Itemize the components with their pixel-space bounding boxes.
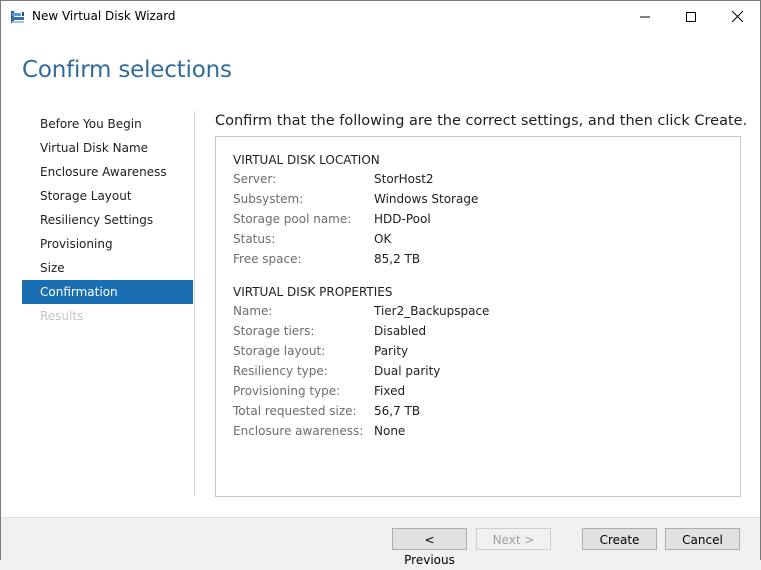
row-value: Windows Storage bbox=[374, 192, 479, 206]
summary-row: Status: OK bbox=[233, 229, 391, 249]
row-key: Storage tiers: bbox=[233, 324, 315, 338]
summary-row: Server: StorHost2 bbox=[233, 169, 434, 189]
nav-item-size[interactable]: Size bbox=[22, 256, 193, 280]
summary-row: Name: Tier2_Backupspace bbox=[233, 301, 489, 321]
nav-item-virtual-disk-name[interactable]: Virtual Disk Name bbox=[22, 136, 193, 160]
summary-row: Subsystem: Windows Storage bbox=[233, 189, 478, 209]
row-key: Resiliency type: bbox=[233, 364, 328, 378]
summary-row: Provisioning type: Fixed bbox=[233, 381, 405, 401]
close-icon bbox=[731, 11, 743, 22]
maximize-icon bbox=[686, 11, 696, 22]
section-title: VIRTUAL DISK LOCATION bbox=[233, 153, 380, 167]
nav-item-provisioning[interactable]: Provisioning bbox=[22, 232, 193, 256]
row-key: Name: bbox=[233, 304, 273, 318]
row-key: Storage layout: bbox=[233, 344, 326, 358]
previous-button[interactable]: < Previous bbox=[392, 528, 467, 567]
create-button[interactable]: Create bbox=[582, 528, 657, 550]
row-value: HDD-Pool bbox=[374, 212, 431, 226]
wizard-footer: < Previous Next > Create Cancel bbox=[1, 517, 760, 567]
window-title: New Virtual Disk Wizard bbox=[32, 9, 176, 23]
wizard-window: New Virtual Disk Wizard Confirm selectio… bbox=[0, 0, 761, 567]
row-key: Subsystem: bbox=[233, 192, 304, 206]
cancel-button[interactable]: Cancel bbox=[665, 528, 740, 550]
row-value: StorHost2 bbox=[374, 172, 434, 186]
summary-row: Free space: 85,2 TB bbox=[233, 249, 420, 269]
page-title: Confirm selections bbox=[22, 57, 232, 83]
row-key: Server: bbox=[233, 172, 277, 186]
close-button[interactable] bbox=[714, 1, 760, 32]
row-value: Parity bbox=[374, 344, 409, 358]
row-key: Provisioning type: bbox=[233, 384, 341, 398]
row-value: None bbox=[374, 424, 406, 438]
summary-row: Total requested size: 56,7 TB bbox=[233, 401, 420, 421]
summary-row: Enclosure awareness: None bbox=[233, 421, 405, 441]
row-key: Enclosure awareness: bbox=[233, 424, 364, 438]
nav-item-before-you-begin[interactable]: Before You Begin bbox=[22, 112, 193, 136]
nav-item-enclosure-awareness[interactable]: Enclosure Awareness bbox=[22, 160, 193, 184]
nav-item-storage-layout[interactable]: Storage Layout bbox=[22, 184, 193, 208]
row-value: 56,7 TB bbox=[374, 404, 421, 418]
row-key: Status: bbox=[233, 232, 276, 246]
nav-divider bbox=[194, 111, 195, 496]
row-key: Free space: bbox=[233, 252, 302, 266]
confirmation-summary: VIRTUAL DISK LOCATION Server: StorHost2 … bbox=[215, 136, 741, 497]
summary-row: Storage layout: Parity bbox=[233, 341, 408, 361]
minimize-button[interactable] bbox=[622, 1, 668, 32]
nav-item-confirmation[interactable]: Confirmation bbox=[22, 280, 193, 304]
next-button: Next > bbox=[476, 528, 551, 550]
nav-item-resiliency-settings[interactable]: Resiliency Settings bbox=[22, 208, 193, 232]
section-virtual-disk-location: VIRTUAL DISK LOCATION Server: StorHost2 … bbox=[233, 151, 478, 269]
row-key: Storage pool name: bbox=[233, 212, 352, 226]
wizard-header: Confirm selections bbox=[1, 32, 760, 102]
wizard-step-nav: Before You Begin Virtual Disk Name Enclo… bbox=[22, 112, 193, 328]
section-title: VIRTUAL DISK PROPERTIES bbox=[233, 285, 393, 299]
summary-row: Storage tiers: Disabled bbox=[233, 321, 426, 341]
row-value: OK bbox=[374, 232, 392, 246]
nav-item-results: Results bbox=[40, 309, 84, 323]
section-virtual-disk-properties: VIRTUAL DISK PROPERTIES Name: Tier2_Back… bbox=[233, 283, 489, 441]
instruction-text: Confirm that the following are the corre… bbox=[215, 113, 748, 129]
summary-row: Storage pool name: HDD-Pool bbox=[233, 209, 431, 229]
row-value: 85,2 TB bbox=[374, 252, 421, 266]
maximize-button[interactable] bbox=[668, 1, 714, 32]
row-value: Dual parity bbox=[374, 364, 441, 378]
row-value: Fixed bbox=[374, 384, 406, 398]
storage-wizard-icon bbox=[10, 9, 26, 25]
row-value: Tier2_Backupspace bbox=[374, 304, 490, 318]
row-key: Total requested size: bbox=[233, 404, 357, 418]
row-value: Disabled bbox=[374, 324, 427, 338]
wizard-body: Before You Begin Virtual Disk Name Enclo… bbox=[1, 102, 760, 517]
summary-row: Resiliency type: Dual parity bbox=[233, 361, 440, 381]
minimize-icon bbox=[640, 16, 650, 17]
title-bar[interactable]: New Virtual Disk Wizard bbox=[1, 1, 760, 32]
